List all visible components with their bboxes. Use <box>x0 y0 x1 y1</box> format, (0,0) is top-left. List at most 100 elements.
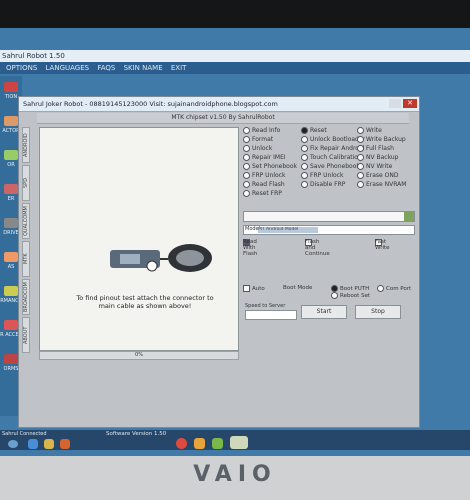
option-label: Reset <box>310 127 327 134</box>
usb-option[interactable]: Boot PUTH <box>331 285 369 292</box>
menu-skin-name[interactable]: SKIN NAME <box>124 64 163 72</box>
option-radio[interactable]: Save Phonebook <box>301 163 360 170</box>
main-window: Sahrul Joker Robot - 08819145123000 Visi… <box>18 96 420 428</box>
tool-icon[interactable] <box>4 116 18 126</box>
operation-options: Read Info Reset Write Format Unlock Bootload… <box>243 127 413 201</box>
radio-icon <box>357 145 364 152</box>
option-radio[interactable]: Read Flash <box>243 181 285 188</box>
connector-ring <box>176 250 204 266</box>
reboot-option[interactable]: Reboot Set <box>331 292 370 299</box>
radio-icon <box>357 172 364 179</box>
tool-icon[interactable] <box>4 286 18 296</box>
brand-logo: VAIO <box>193 462 277 487</box>
outer-menu-bar: OPTIONS LANGUAGES FAQS SKIN NAME EXIT <box>0 62 470 74</box>
minimize-button[interactable] <box>389 99 401 108</box>
ie-icon[interactable] <box>28 439 38 449</box>
taskbar-task-text: Software Version 1.50 <box>106 431 167 437</box>
option-label: Save Phonebook <box>310 163 360 170</box>
option-radio[interactable]: FRP Unlock <box>301 172 343 179</box>
radio-icon <box>357 136 364 143</box>
chrome-icon[interactable] <box>176 438 187 449</box>
option-label: Disable FRP <box>310 181 346 188</box>
port-combobox[interactable] <box>243 211 415 222</box>
option-radio[interactable]: Repair IMEI <box>243 154 286 161</box>
radio-icon <box>301 136 308 143</box>
option-radio[interactable]: Erase NVRAM <box>357 181 406 188</box>
start-button[interactable]: Start <box>301 305 347 319</box>
tab-mtk[interactable]: MTK <box>22 241 30 277</box>
option-radio[interactable]: Read Info <box>243 127 280 134</box>
folder-icon[interactable] <box>44 439 54 449</box>
option-radio[interactable]: Touch Calibration <box>301 154 362 161</box>
tool-icon[interactable] <box>4 252 18 262</box>
option-label: FRP Unlock <box>310 172 344 179</box>
option-radio[interactable]: Full Flash <box>357 145 394 152</box>
option-radio[interactable]: Reset FRP <box>243 190 282 197</box>
start-orb-icon[interactable] <box>8 440 18 448</box>
tool-icon[interactable] <box>4 184 18 194</box>
model-value: MT Android Model <box>258 227 318 233</box>
app-icon[interactable] <box>212 438 223 449</box>
tool-icon[interactable] <box>4 354 18 364</box>
option-radio[interactable]: Write <box>357 127 382 134</box>
auto-option[interactable]: Auto <box>243 285 265 292</box>
option-label: Erase OND <box>366 172 399 179</box>
stop-button[interactable]: Stop <box>355 305 401 319</box>
dropdown-button[interactable] <box>404 212 414 221</box>
tool-icon[interactable] <box>4 82 18 92</box>
option-radio[interactable]: Unlock Bootloader <box>301 136 365 143</box>
screen-bezel-top <box>0 0 470 28</box>
speed-select[interactable] <box>245 310 297 320</box>
menu-faqs[interactable]: FAQS <box>97 64 115 72</box>
model-select[interactable]: Model MT Android Model <box>243 225 415 235</box>
app-icon[interactable] <box>194 438 205 449</box>
option-radio[interactable]: FRP Unlock <box>243 172 285 179</box>
radio-icon <box>301 181 308 188</box>
close-button[interactable]: ✕ <box>403 99 417 108</box>
option-radio[interactable]: NV Backup <box>357 154 399 161</box>
tab-broadcom[interactable]: BROADCOM <box>22 279 30 315</box>
option-radio[interactable]: Write Backup <box>357 136 406 143</box>
option-label: FRP Unlock <box>252 172 286 179</box>
option-radio[interactable]: Reset <box>301 127 327 134</box>
option-radio[interactable]: NV Write <box>357 163 392 170</box>
window-titlebar: Sahrul Joker Robot - 08819145123000 Visi… <box>19 97 419 112</box>
radio-icon <box>301 127 308 134</box>
tab-spd[interactable]: SPD <box>22 165 30 201</box>
tab-android[interactable]: ANDROID <box>22 127 30 163</box>
option-label: Reset FRP <box>252 190 282 197</box>
desktop: Sahrul Robot 1.50 OPTIONS LANGUAGES FAQS… <box>0 28 470 456</box>
menu-options[interactable]: OPTIONS <box>6 64 37 72</box>
option-label: Full Flash <box>366 145 394 152</box>
auto-label: Auto <box>252 286 265 292</box>
radio-icon <box>243 163 250 170</box>
active-app-icon[interactable] <box>230 436 248 449</box>
option-radio[interactable]: Set Phonebook <box>243 163 297 170</box>
tab-about[interactable]: ABOUT <box>22 317 30 353</box>
tool-icon[interactable] <box>4 320 18 330</box>
check-label: Read With Flash <box>243 239 258 257</box>
radio-icon <box>243 181 250 188</box>
bottom-options: Auto Boot Mode Boot PUTH Reboot Set Com … <box>243 285 413 299</box>
speed-label: Speed to Server <box>245 303 286 309</box>
option-radio[interactable]: Erase OND <box>357 172 399 179</box>
option-radio[interactable]: Disable FRP <box>301 181 345 188</box>
com-label: Com Port <box>386 286 412 292</box>
reboot-label: Reboot Set <box>340 293 371 299</box>
option-label: Set Phonebook <box>252 163 297 170</box>
radio-icon <box>243 127 250 134</box>
option-radio[interactable]: Format <box>243 136 273 143</box>
media-icon[interactable] <box>60 439 70 449</box>
option-label: Write Backup <box>366 136 406 143</box>
menu-exit[interactable]: EXIT <box>171 64 187 72</box>
option-radio[interactable]: Unlock <box>243 145 272 152</box>
option-radio[interactable]: Fix Repair Android <box>301 145 364 152</box>
cursor-icon <box>146 260 158 272</box>
com-option[interactable]: Com Port <box>377 285 411 292</box>
tool-icon[interactable] <box>4 150 18 160</box>
vertical-tabs: ANDROID SPD QUALCOMM MTK BROADCOM ABOUT <box>22 127 36 367</box>
drive-icon[interactable] <box>4 218 18 228</box>
menu-languages[interactable]: LANGUAGES <box>46 64 90 72</box>
radio-icon <box>377 285 384 292</box>
tab-qualcomm[interactable]: QUALCOMM <box>22 203 30 239</box>
